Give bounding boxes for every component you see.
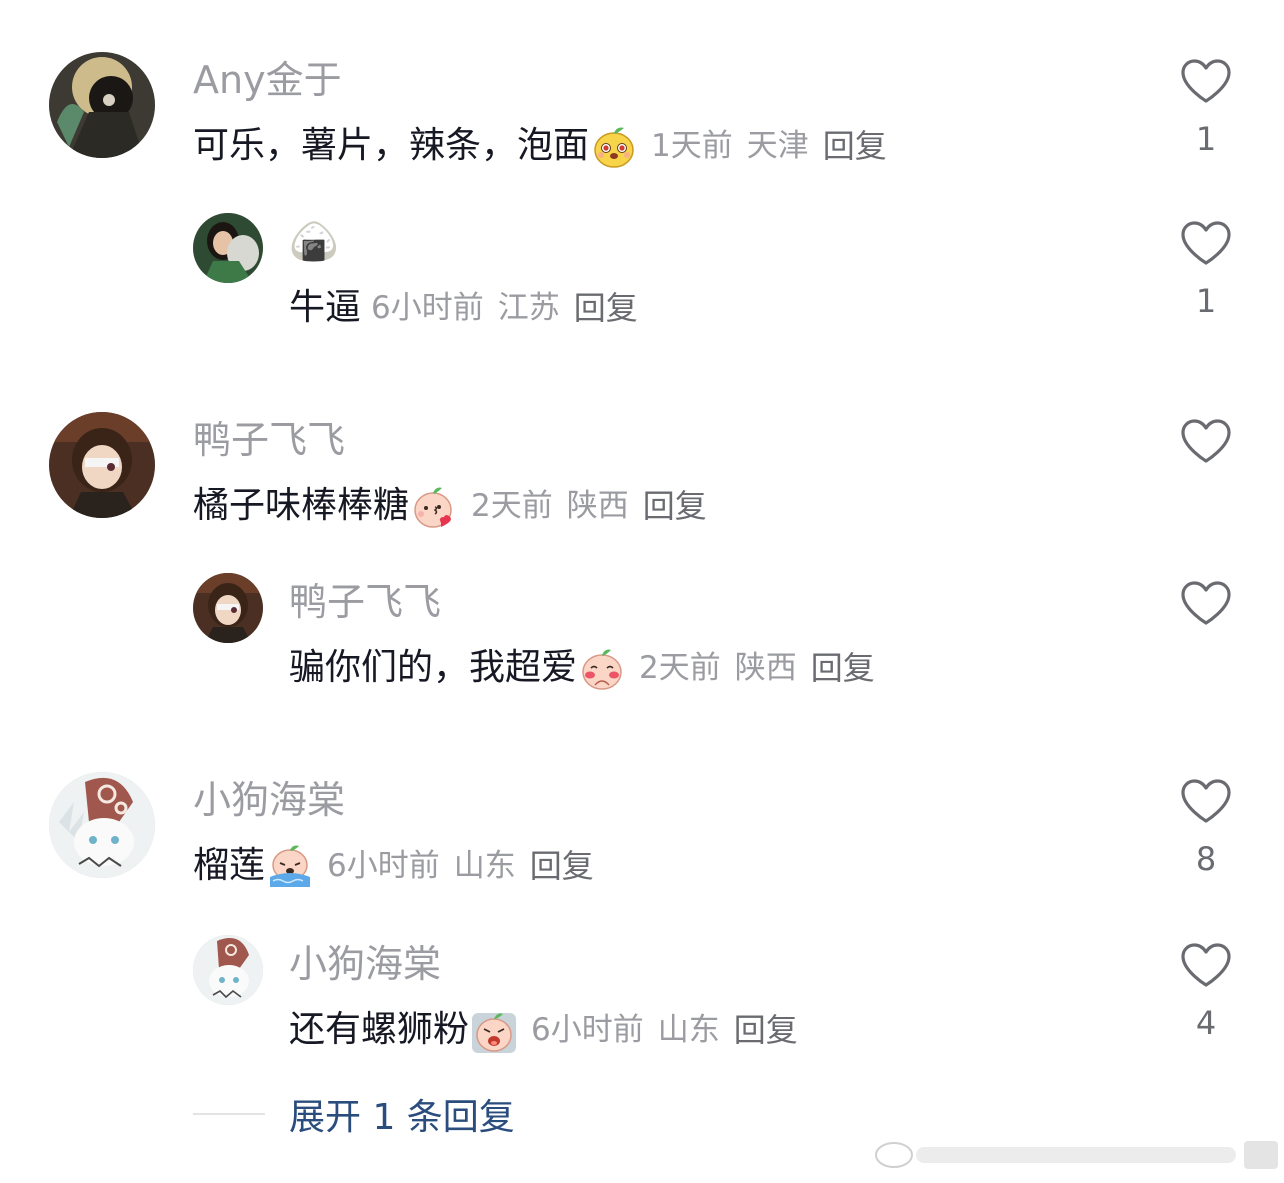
reply-body: 牛逼 6小时前 江苏 回复 [289, 284, 638, 332]
like-section: 8 [1170, 778, 1242, 878]
kiss-sprout-emoji [411, 483, 457, 529]
comment-time: 1天前 [651, 128, 733, 164]
scream-sprout-emoji [471, 1007, 517, 1053]
expand-replies[interactable]: 展开 1 条回复 [193, 1088, 515, 1140]
expand-divider [193, 1113, 265, 1115]
reply-time: 6小时前 [531, 1012, 644, 1048]
like-section: 1 [1170, 220, 1242, 320]
heart-icon[interactable] [1180, 580, 1232, 626]
heart-icon[interactable] [1180, 942, 1232, 988]
reply-location: 山东 [657, 1012, 720, 1048]
reply-time: 2天前 [639, 650, 721, 686]
reply-username[interactable]: 🍙 [289, 218, 339, 266]
reply-text: 骗你们的，我超爱 [289, 647, 578, 688]
expand-replies-button[interactable]: 展开 1 条回复 [289, 1088, 515, 1140]
reply-body: 骗你们的，我超爱 2天前 陕西 回复 [289, 644, 875, 692]
like-count: 8 [1195, 840, 1217, 878]
heart-icon[interactable] [1180, 778, 1232, 824]
comment-time: 2天前 [471, 488, 553, 524]
avatar[interactable] [49, 52, 155, 158]
comment-text: 榴莲 [193, 845, 266, 886]
reply-button[interactable]: 回复 [574, 284, 638, 332]
comment-username[interactable]: Any金于 [193, 56, 342, 104]
avatar[interactable] [49, 412, 155, 518]
like-count: 1 [1195, 282, 1217, 320]
reply-username[interactable]: 小狗海棠 [289, 940, 441, 988]
crying-sprout-emoji [267, 843, 313, 889]
reply-button[interactable]: 回复 [811, 644, 875, 692]
heart-icon[interactable] [1180, 220, 1232, 266]
comment-body: 橘子味棒棒糖 2天前 陕西 回复 [193, 482, 707, 530]
avatar[interactable] [193, 573, 263, 643]
like-section [1170, 580, 1242, 642]
comment-location: 山东 [453, 848, 516, 884]
reply-time: 6小时前 [371, 290, 484, 326]
comment-username[interactable]: 鸭子飞飞 [193, 416, 345, 464]
reply-button[interactable]: 回复 [734, 1006, 798, 1054]
comment-username[interactable]: 小狗海棠 [193, 776, 345, 824]
comment-text: 可乐，薯片，辣条，泡面 [193, 125, 590, 166]
reply-body: 还有螺狮粉 6小时前 山东 回复 [289, 1006, 798, 1054]
reply-text: 还有螺狮粉 [289, 1009, 470, 1050]
comment-text: 橘子味棒棒糖 [193, 485, 410, 526]
reply-button[interactable]: 回复 [823, 122, 887, 170]
like-count: 1 [1195, 120, 1217, 158]
heart-icon[interactable] [1180, 58, 1232, 104]
like-count: 4 [1195, 1004, 1217, 1042]
like-section [1170, 418, 1242, 480]
avatar[interactable] [193, 213, 263, 283]
shy-sprout-emoji [579, 645, 625, 691]
avatar[interactable] [193, 935, 263, 1005]
reply-username[interactable]: 鸭子飞飞 [289, 578, 441, 626]
like-section: 1 [1170, 58, 1242, 158]
comment-location: 天津 [746, 128, 809, 164]
like-section: 4 [1170, 942, 1242, 1042]
happy-sprout-emoji [591, 123, 637, 169]
comment-time: 6小时前 [327, 848, 440, 884]
reply-button[interactable]: 回复 [530, 842, 594, 890]
heart-icon[interactable] [1180, 418, 1232, 464]
avatar[interactable] [49, 772, 155, 878]
watermark-logo [875, 1141, 1278, 1169]
reply-text: 牛逼 [289, 287, 362, 328]
reply-location: 陕西 [734, 650, 797, 686]
comment-location: 陕西 [566, 488, 629, 524]
reply-location: 江苏 [497, 290, 560, 326]
comment-body: 可乐，薯片，辣条，泡面 1天前 天津 回复 [193, 122, 887, 170]
comment-body: 榴莲 6小时前 山东 回复 [193, 842, 594, 890]
reply-button[interactable]: 回复 [643, 482, 707, 530]
